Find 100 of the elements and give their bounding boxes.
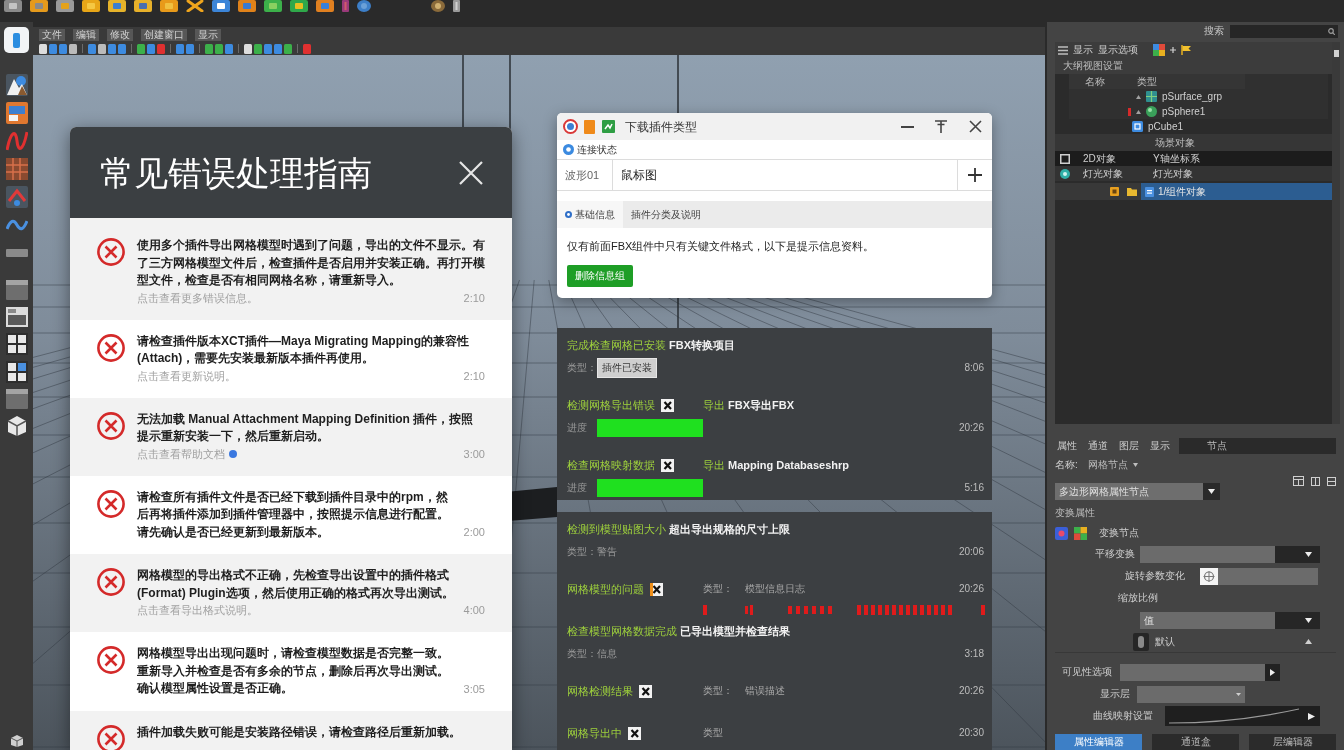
caret-icon[interactable] bbox=[1136, 94, 1141, 99]
step-button[interactable] bbox=[1265, 663, 1280, 681]
field-label: 进度 bbox=[567, 422, 588, 434]
shelf-tool-icon[interactable] bbox=[4, 0, 22, 12]
circle-icon[interactable] bbox=[431, 0, 445, 12]
caret-icon bbox=[1305, 617, 1312, 623]
timestamp: 2:10 bbox=[463, 368, 485, 384]
panel-tab[interactable]: 显示 bbox=[1148, 438, 1172, 454]
tool-icon[interactable] bbox=[244, 43, 252, 54]
shelf-tool-icon[interactable] bbox=[134, 0, 152, 12]
delete-button[interactable]: 删除信息组 bbox=[567, 265, 633, 287]
caret-icon[interactable] bbox=[1132, 463, 1138, 467]
wave-icon[interactable] bbox=[5, 218, 28, 232]
error-message: 插件加载失败可能是安装路径错误，请检查路径后重新加载。 bbox=[137, 723, 462, 741]
table-icon[interactable] bbox=[1293, 476, 1304, 486]
color-grid-icon[interactable] bbox=[1153, 44, 1165, 56]
panel-tab[interactable]: 图层 bbox=[1117, 438, 1141, 454]
split-icon[interactable] bbox=[1311, 476, 1320, 486]
panel-tab[interactable]: 属性 bbox=[1055, 438, 1079, 454]
tool-icon[interactable] bbox=[215, 43, 223, 54]
menu-item[interactable]: 显示选项 bbox=[1098, 44, 1138, 56]
four-pane-icon[interactable] bbox=[5, 333, 28, 355]
tool-icon[interactable] bbox=[39, 43, 47, 54]
outliner-row[interactable]: 灯光对象 灯光对象 bbox=[1055, 166, 1332, 181]
close-button[interactable] bbox=[459, 160, 483, 185]
outliner-row[interactable]: 2D对象 Y轴坐标系 bbox=[1055, 151, 1332, 166]
cube-icon[interactable] bbox=[9, 734, 24, 748]
cross-icon[interactable] bbox=[186, 0, 204, 12]
menu-tab[interactable]: 创建窗口 bbox=[141, 28, 187, 41]
shelf-tool-icon[interactable] bbox=[212, 0, 230, 12]
folder-icon bbox=[1127, 187, 1137, 196]
window-icon[interactable] bbox=[5, 389, 28, 409]
document-icon bbox=[1145, 186, 1154, 197]
document-icon bbox=[584, 119, 595, 134]
panel-tab[interactable]: 通道盒 bbox=[1152, 734, 1239, 750]
bar-icon[interactable] bbox=[453, 0, 460, 12]
cube-icon[interactable] bbox=[5, 415, 28, 437]
text-field[interactable]: 鼠标图 bbox=[612, 160, 958, 190]
crosshair-icon[interactable] bbox=[1200, 567, 1218, 585]
bar-icon[interactable] bbox=[5, 249, 28, 257]
tool-icon[interactable] bbox=[284, 43, 292, 54]
node-label[interactable]: pCube1 bbox=[1148, 120, 1184, 133]
grid-icon[interactable] bbox=[5, 158, 28, 180]
menu-item[interactable]: 显示 bbox=[1073, 44, 1093, 56]
panel-tab[interactable]: 层编辑器 bbox=[1249, 734, 1336, 750]
scrollbar[interactable] bbox=[1332, 42, 1340, 424]
menu-tab[interactable]: 编辑 bbox=[73, 28, 99, 41]
picture-icon[interactable] bbox=[5, 102, 28, 124]
field-label: 波形01 bbox=[564, 168, 601, 182]
dropdown-button[interactable] bbox=[1203, 483, 1220, 500]
dropdown[interactable]: 值 bbox=[1140, 611, 1275, 629]
log-title: 网格模型的问题 bbox=[567, 582, 644, 596]
tab[interactable]: 基础信息 bbox=[557, 201, 623, 228]
dropdown-button[interactable] bbox=[1275, 545, 1320, 563]
circle-icon[interactable] bbox=[357, 0, 371, 12]
search-label: 搜索 bbox=[1204, 25, 1224, 37]
error-icon bbox=[97, 333, 125, 362]
input-field[interactable] bbox=[1218, 567, 1318, 585]
tool-icon[interactable] bbox=[137, 43, 145, 54]
node-field[interactable]: 节点 bbox=[1179, 438, 1336, 454]
row-label: 2D对象 bbox=[1083, 152, 1117, 165]
node-label[interactable]: pSphere1 bbox=[1162, 105, 1206, 118]
layout-icon[interactable] bbox=[5, 307, 28, 327]
window-title: 下载插件类型 bbox=[625, 119, 697, 134]
menu-tab[interactable]: 文件 bbox=[39, 28, 65, 41]
arrow-icon bbox=[1308, 712, 1315, 720]
dropdown[interactable]: 多边形网格属性节点 bbox=[1055, 483, 1203, 500]
search-field[interactable] bbox=[1230, 24, 1338, 38]
tool-icon[interactable] bbox=[254, 43, 262, 54]
log-detail: 类型： bbox=[703, 685, 733, 697]
split-icon[interactable] bbox=[1327, 476, 1336, 486]
field-label: 可见性选项 bbox=[1062, 666, 1113, 678]
panel-tab[interactable]: 属性编辑器 bbox=[1055, 734, 1142, 750]
tool-icon[interactable] bbox=[205, 43, 213, 54]
caret-icon[interactable] bbox=[1305, 639, 1312, 644]
input-field[interactable] bbox=[1120, 663, 1265, 681]
plus-icon[interactable] bbox=[1170, 47, 1176, 53]
tool-icon[interactable] bbox=[69, 43, 77, 54]
curve-icon[interactable] bbox=[5, 130, 28, 152]
window-icon[interactable] bbox=[5, 280, 28, 300]
error-icon bbox=[97, 724, 125, 750]
four-pane-icon[interactable] bbox=[5, 361, 28, 383]
row-label: 1/组件对象 bbox=[1158, 185, 1207, 198]
tool-icon[interactable] bbox=[98, 43, 106, 54]
caret-icon[interactable] bbox=[1136, 109, 1141, 114]
flag-icon[interactable] bbox=[1181, 45, 1191, 55]
node-label[interactable]: pSurface_grp bbox=[1162, 90, 1223, 103]
panel-tab[interactable]: 通道 bbox=[1086, 438, 1110, 454]
shelf-tool-icon[interactable] bbox=[290, 0, 308, 12]
panel-button[interactable] bbox=[4, 27, 29, 53]
switch-icon[interactable] bbox=[1133, 632, 1149, 651]
curve-field[interactable] bbox=[1165, 706, 1320, 726]
dropdown-button[interactable] bbox=[1275, 611, 1320, 629]
menu-tab[interactable]: 显示 bbox=[195, 28, 221, 41]
outliner-row[interactable]: 1/组件对象 bbox=[1141, 183, 1332, 200]
error-message: 使用多个插件导出网格模型时遇到了问题，导出的文件不显示。有了三方网格模型文件后，检查插件是否启用并安装正确。再打开模型文件，检查是否有相同网格名称，请重新导入。 bbox=[137, 237, 485, 289]
sphere-icon bbox=[1146, 106, 1157, 117]
input-field[interactable] bbox=[1137, 685, 1245, 703]
landscape-icon[interactable] bbox=[5, 74, 28, 96]
menu-tab[interactable]: 修改 bbox=[107, 28, 133, 41]
